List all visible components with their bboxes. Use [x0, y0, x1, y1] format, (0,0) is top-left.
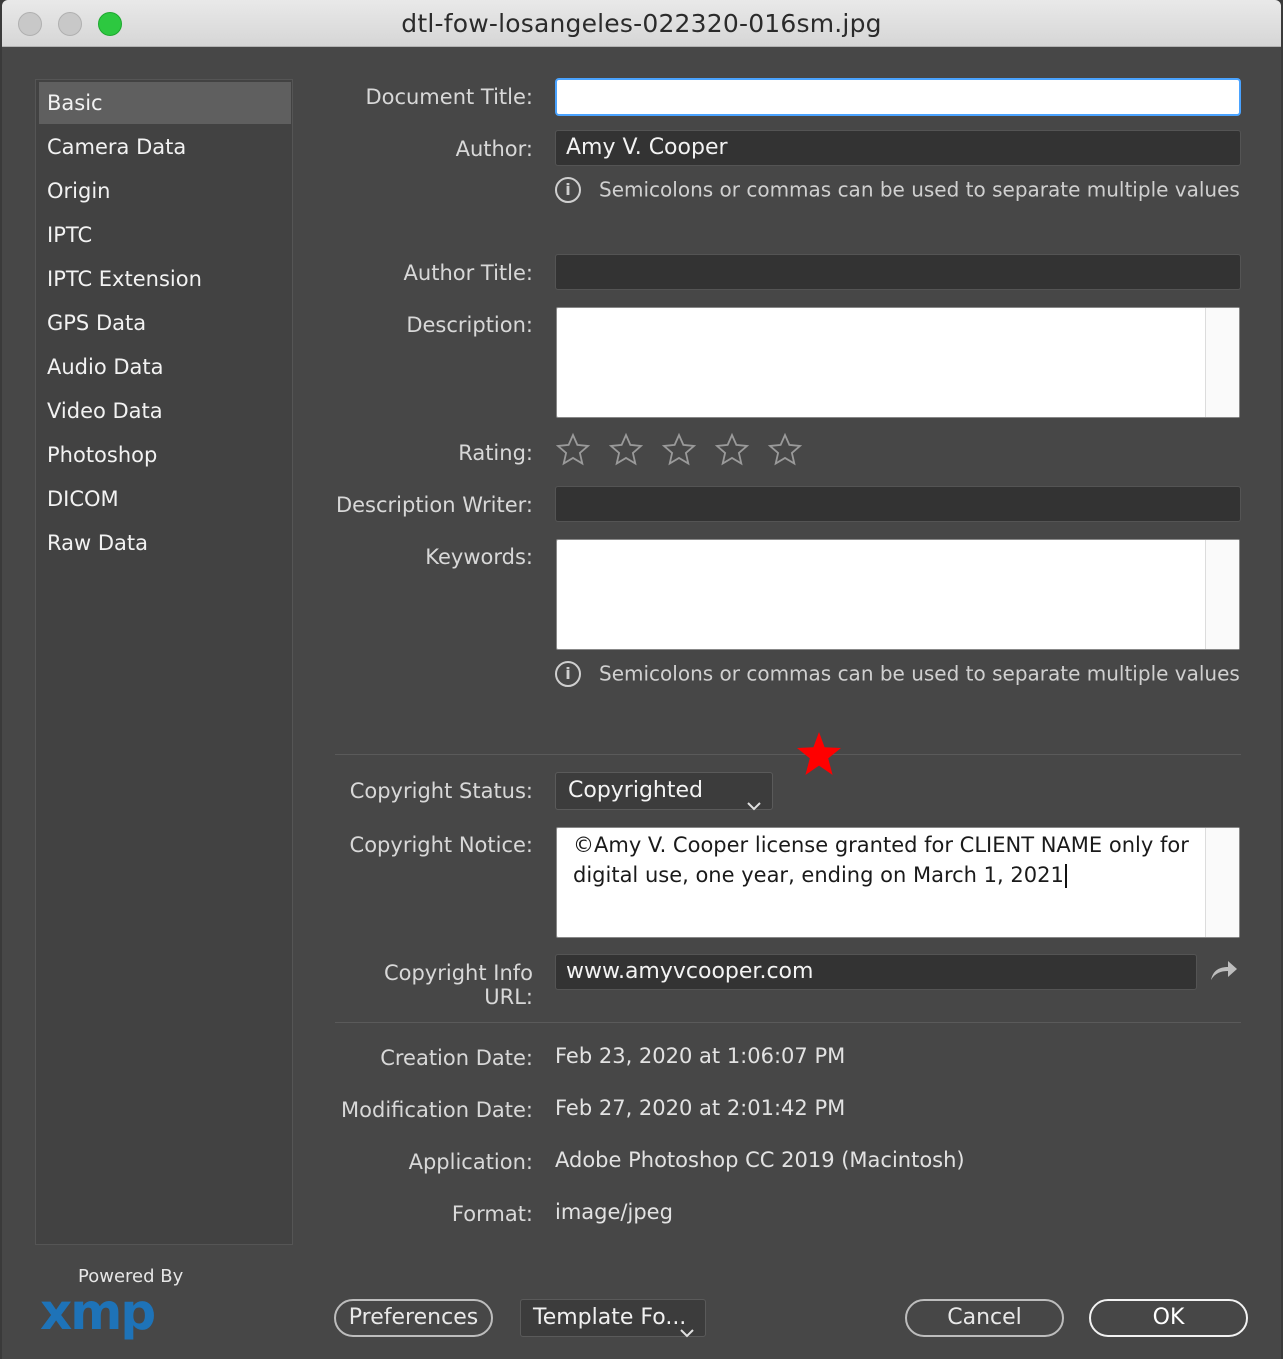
section-divider [335, 754, 1241, 755]
chevron-down-icon [746, 787, 762, 823]
author-hint-text: Semicolons or commas can be used to sepa… [599, 177, 1240, 202]
copyright-status-label: Copyright Status: [349, 779, 533, 803]
info-circle-icon: i [555, 660, 581, 687]
sidebar-item-iptc-extension[interactable]: IPTC Extension [39, 258, 291, 300]
sidebar-item-audio-data[interactable]: Audio Data [39, 346, 291, 388]
creation-date-value: Feb 23, 2020 at 1:06:07 PM [555, 1044, 846, 1068]
title-bar: dtl-fow-losangeles-022320-016sm.jpg [2, 0, 1281, 47]
author-title-field[interactable] [555, 254, 1241, 290]
copyright-notice-textarea[interactable]: ©Amy V. Cooper license granted for CLIEN… [556, 827, 1240, 938]
ok-button[interactable]: OK [1089, 1299, 1248, 1337]
keywords-textarea[interactable] [556, 539, 1240, 650]
cancel-button[interactable]: Cancel [905, 1299, 1064, 1337]
author-field[interactable]: Amy V. Cooper [555, 130, 1241, 166]
copyright-url-label: Copyright Info URL: [383, 961, 533, 1009]
category-sidebar: Basic Camera Data Origin IPTC IPTC Exten… [35, 79, 293, 1245]
copyright-notice-label: Copyright Notice: [349, 833, 533, 857]
author-hint: i Semicolons or commas can be used to sep… [555, 176, 1240, 203]
file-info-dialog: dtl-fow-losangeles-022320-016sm.jpg Basi… [2, 0, 1281, 1359]
copyright-status-select[interactable]: Copyrighted [555, 772, 773, 811]
rating-label: Rating: [458, 441, 533, 465]
star-outline-icon[interactable] [714, 432, 750, 472]
description-textarea[interactable] [556, 307, 1240, 418]
description-text [557, 308, 1239, 324]
star-outline-icon[interactable] [767, 432, 803, 472]
description-label: Description: [406, 313, 533, 337]
sidebar-item-video-data[interactable]: Video Data [39, 390, 291, 432]
modification-date-label: Modification Date: [341, 1098, 533, 1122]
sidebar-item-gps-data[interactable]: GPS Data [39, 302, 291, 344]
description-writer-field[interactable] [555, 486, 1241, 522]
sidebar-item-raw-data[interactable]: Raw Data [39, 522, 291, 564]
section-divider [335, 1022, 1241, 1023]
format-label: Format: [451, 1202, 533, 1226]
application-value: Adobe Photoshop CC 2019 (Macintosh) [555, 1148, 965, 1172]
keywords-label: Keywords: [425, 545, 533, 569]
description-scrollbar[interactable] [1205, 308, 1239, 417]
author-title-label: Author Title: [403, 261, 533, 285]
share-arrow-icon[interactable] [1207, 958, 1239, 988]
sidebar-item-photoshop[interactable]: Photoshop [39, 434, 291, 476]
star-outline-icon[interactable] [608, 432, 644, 472]
copyright-status-value: Copyrighted [568, 778, 703, 803]
star-outline-icon[interactable] [555, 432, 591, 472]
copyright-url-field[interactable]: www.amyvcooper.com [555, 954, 1197, 990]
window-title: dtl-fow-losangeles-022320-016sm.jpg [401, 9, 882, 38]
sidebar-item-dicom[interactable]: DICOM [39, 478, 291, 520]
document-title-field[interactable] [555, 78, 1241, 116]
modification-date-value: Feb 27, 2020 at 2:01:42 PM [555, 1096, 846, 1120]
chevron-down-icon [679, 1314, 695, 1350]
star-outline-icon[interactable] [661, 432, 697, 472]
red-star-icon [795, 732, 843, 782]
format-value: image/jpeg [555, 1200, 673, 1224]
keywords-scrollbar[interactable] [1205, 540, 1239, 649]
sidebar-item-origin[interactable]: Origin [39, 170, 291, 212]
text-caret [1064, 864, 1067, 888]
copyright-notice-scrollbar[interactable] [1205, 828, 1239, 937]
xmp-logo: xmp [40, 1283, 156, 1341]
template-folder-dropdown[interactable]: Template Fo... [520, 1299, 706, 1338]
rating-stars [555, 432, 815, 472]
info-circle-icon: i [555, 176, 581, 203]
keywords-hint-text: Semicolons or commas can be used to sepa… [599, 661, 1240, 686]
document-title-label: Document Title: [365, 85, 533, 109]
application-label: Application: [408, 1150, 533, 1174]
sidebar-item-iptc[interactable]: IPTC [39, 214, 291, 256]
author-label: Author: [455, 137, 533, 161]
description-writer-label: Description Writer: [335, 493, 533, 517]
template-folder-label: Template Fo... [533, 1305, 687, 1330]
preferences-button[interactable]: Preferences [334, 1299, 493, 1337]
copyright-notice-text: ©Amy V. Cooper license granted for CLIEN… [573, 833, 1189, 887]
keywords-text [557, 540, 1239, 556]
sidebar-item-camera-data[interactable]: Camera Data [39, 126, 291, 168]
keywords-hint: i Semicolons or commas can be used to sep… [555, 660, 1240, 687]
sidebar-item-basic[interactable]: Basic [39, 82, 291, 124]
creation-date-label: Creation Date: [380, 1046, 533, 1070]
